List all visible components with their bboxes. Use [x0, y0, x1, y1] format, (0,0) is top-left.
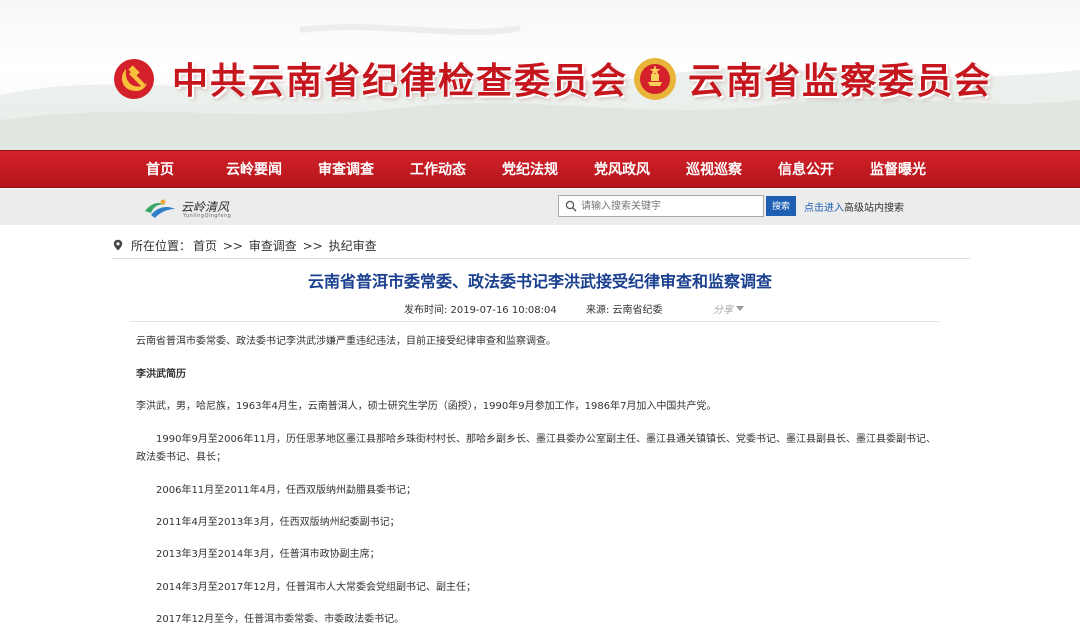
article-paragraph: 李洪武，男，哈尼族，1963年4月生，云南普洱人，硕士研究生学历（函授），199… — [136, 401, 717, 412]
logo-swoosh-icon — [145, 199, 175, 218]
meta-divider — [130, 321, 940, 322]
article-paragraph: 2017年12月至今，任普洱市委常委、市委政法委书记。 — [156, 614, 405, 625]
article-paragraph: 2014年3月至2017年12月，任普洱市人大常委会党组副书记、副主任； — [156, 582, 476, 593]
article-paragraph: 2011年4月至2013年3月，任西双版纳州纪委副书记； — [156, 517, 400, 528]
breadcrumb-discipline[interactable]: 执纪审查 — [329, 239, 377, 253]
party-emblem-icon — [114, 59, 154, 99]
nav-item-disclosure[interactable]: 信息公开 — [778, 151, 834, 189]
cdi-title: 中共云南省纪律检查委员会 — [172, 60, 629, 102]
advanced-search-link-blue: 点击进入 — [804, 203, 844, 214]
site-logo[interactable]: 云岭清风 YunlingQingfeng — [143, 195, 253, 221]
search-icon — [565, 200, 577, 212]
nav-item-work-updates[interactable]: 工作动态 — [410, 151, 466, 189]
search-button[interactable]: 搜索 — [766, 196, 796, 216]
share-label: 分享 — [713, 305, 733, 316]
breadcrumb-investigation[interactable]: 审查调查 — [249, 239, 297, 253]
article-paragraph: 2013年3月至2014年3月，任普洱市政协副主席； — [156, 549, 380, 560]
supervision-title: 云南省监察委员会 — [688, 60, 993, 102]
advanced-search-link[interactable]: 点击进入高级站内搜索 — [804, 199, 904, 214]
nav-item-regulations[interactable]: 党纪法规 — [502, 151, 558, 189]
nav-item-investigation[interactable]: 审查调查 — [318, 151, 374, 189]
article-paragraph: 1990年9月至2006年11月，历任思茅地区墨江县那哈乡珠街村村长、那哈乡副乡… — [136, 434, 936, 463]
national-emblem-icon — [634, 58, 676, 100]
article-paragraph: 2006年11月至2011年4月，任西双版纳州勐腊县委书记； — [156, 485, 416, 496]
nav-item-exposure[interactable]: 监督曝光 — [870, 151, 926, 189]
breadcrumb-home[interactable]: 首页 — [193, 239, 217, 253]
nav-item-inspection[interactable]: 巡视巡察 — [686, 151, 742, 189]
search-box — [558, 195, 764, 217]
breadcrumb-prefix: 所在位置： — [131, 239, 192, 253]
nav-item-conduct[interactable]: 党风政风 — [594, 151, 650, 189]
location-icon — [113, 239, 123, 251]
resume-heading: 李洪武简历 — [136, 369, 186, 380]
advanced-search-link-text: 高级站内搜索 — [844, 203, 904, 214]
share-dropdown[interactable]: 分享 — [713, 301, 745, 316]
publish-time: 发布时间: 2019-07-16 10:08:04 — [404, 305, 557, 316]
article-source: 来源: 云南省纪委 — [586, 305, 663, 316]
logo-subtext: YunlingQingfeng — [183, 213, 232, 219]
breadcrumb: 所在位置： 首页 >> 审查调查 >> 执纪审查 — [112, 237, 379, 253]
nav-item-home[interactable]: 首页 — [146, 151, 174, 189]
article-title: 云南省普洱市委常委、政法委书记李洪武接受纪律审查和监察调查 — [307, 272, 772, 291]
search-input[interactable] — [581, 197, 761, 215]
nav-item-news[interactable]: 云岭要闻 — [226, 151, 282, 189]
breadcrumb-separator: >> — [222, 239, 243, 253]
caret-down-icon — [736, 306, 745, 311]
sub-bar: 云岭清风 YunlingQingfeng — [0, 189, 1080, 225]
breadcrumb-separator: >> — [302, 239, 323, 253]
divider — [112, 258, 970, 259]
main-nav: 首页 云岭要闻 审查调查 工作动态 党纪法规 党风政风 巡视巡察 信息公开 监督… — [0, 150, 1080, 188]
header-banner: 中共云南省纪律检查委员会 云南省监察委员会 — [0, 0, 1080, 150]
article-paragraph: 云南省普洱市委常委、政法委书记李洪武涉嫌严重违纪违法，目前正接受纪律审查和监察调… — [136, 336, 556, 347]
